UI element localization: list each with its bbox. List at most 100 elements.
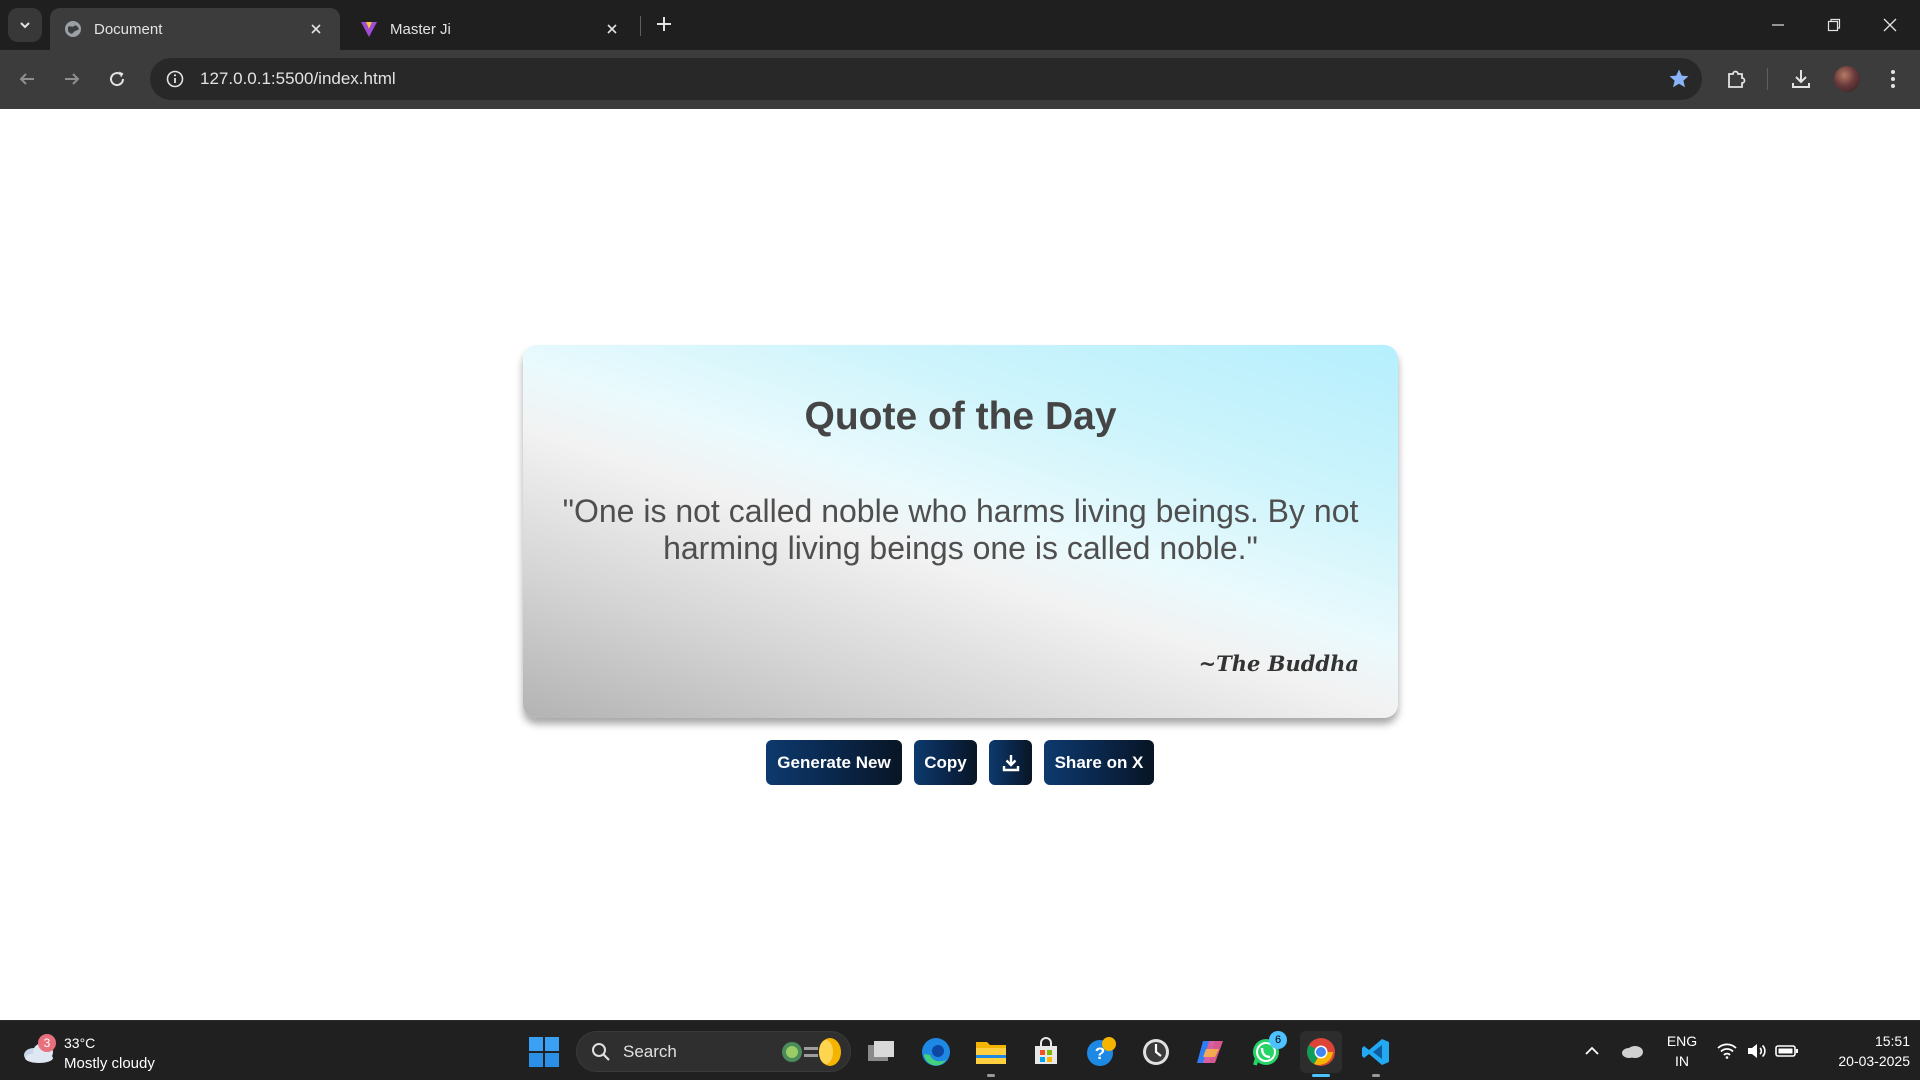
restore-button[interactable] bbox=[1806, 0, 1862, 50]
tab-title: Document bbox=[94, 20, 163, 38]
copy-button[interactable]: Copy bbox=[914, 740, 977, 785]
download-icon bbox=[1002, 754, 1019, 771]
region-code: IN bbox=[1675, 1053, 1689, 1069]
profile-avatar[interactable] bbox=[1834, 66, 1860, 92]
taskbar-store[interactable] bbox=[1025, 1031, 1067, 1073]
globe-icon bbox=[65, 21, 81, 37]
minimize-icon bbox=[1772, 24, 1784, 26]
card-title: Quote of the Day bbox=[804, 395, 1117, 438]
taskbar-get-help[interactable]: ? bbox=[1080, 1031, 1122, 1073]
copilot-icon bbox=[1197, 1041, 1223, 1063]
app-running-indicator bbox=[1372, 1074, 1380, 1077]
close-icon bbox=[311, 24, 321, 34]
downloads-button[interactable] bbox=[1786, 64, 1816, 94]
close-window-button[interactable] bbox=[1862, 0, 1918, 50]
weather-badge: 3 bbox=[38, 1034, 56, 1052]
tab-master-ji[interactable]: Master Ji bbox=[346, 8, 636, 50]
start-button[interactable] bbox=[528, 1036, 560, 1068]
search-highlight-icon bbox=[782, 1037, 841, 1066]
puzzle-icon bbox=[1728, 70, 1746, 88]
restore-icon bbox=[1827, 18, 1841, 32]
tab-search-button[interactable] bbox=[8, 8, 42, 42]
taskbar-copilot[interactable] bbox=[1190, 1031, 1232, 1073]
wifi-icon bbox=[1717, 1043, 1737, 1059]
close-icon bbox=[1883, 18, 1897, 32]
browser-toolbar: 127.0.0.1:5500/index.html bbox=[0, 50, 1920, 109]
site-info-button[interactable] bbox=[154, 58, 196, 100]
taskbar-file-explorer[interactable] bbox=[970, 1031, 1012, 1077]
url-text[interactable]: 127.0.0.1:5500/index.html bbox=[200, 69, 396, 89]
battery-icon bbox=[1775, 1045, 1798, 1057]
info-icon bbox=[166, 70, 184, 88]
language-code: ENG bbox=[1666, 1033, 1698, 1049]
more-vert-icon bbox=[1891, 70, 1895, 88]
input-language[interactable]: ENG IN bbox=[1660, 1031, 1704, 1071]
tab-title: Master Ji bbox=[390, 20, 451, 38]
onedrive-tray[interactable] bbox=[1618, 1021, 1646, 1080]
taskbar-task-view[interactable] bbox=[860, 1031, 902, 1073]
chevron-down-icon bbox=[20, 22, 30, 29]
tab-close-button[interactable] bbox=[306, 19, 326, 39]
taskbar: 3 33°C Mostly cloudy Search ? 6 ENG IN 1… bbox=[0, 1020, 1920, 1080]
show-hidden-icons-button[interactable] bbox=[1578, 1021, 1606, 1080]
quote-card: Quote of the Day "One is not called nobl… bbox=[523, 345, 1398, 718]
arrow-right-icon bbox=[65, 73, 80, 85]
weather-widget[interactable]: 3 33°C Mostly cloudy bbox=[20, 1029, 200, 1073]
file-explorer-icon bbox=[976, 1042, 1006, 1064]
taskbar-edge[interactable] bbox=[915, 1031, 957, 1073]
clock-date: 20-03-2025 bbox=[1838, 1053, 1910, 1069]
generate-new-button[interactable]: Generate New bbox=[766, 740, 902, 785]
address-bar[interactable]: 127.0.0.1:5500/index.html bbox=[150, 58, 1702, 100]
battery-tray[interactable] bbox=[1772, 1021, 1802, 1080]
quote-author: ~The Buddha bbox=[1198, 651, 1359, 676]
windows-logo-icon bbox=[529, 1037, 559, 1067]
weather-description: Mostly cloudy bbox=[64, 1055, 155, 1072]
vscode-icon bbox=[1362, 1039, 1389, 1065]
forward-button[interactable] bbox=[57, 64, 87, 94]
tab-strip: Document Master Ji bbox=[0, 0, 1920, 50]
taskbar-search[interactable]: Search bbox=[576, 1031, 851, 1072]
app-running-indicator bbox=[987, 1074, 995, 1077]
new-tab-button[interactable] bbox=[650, 10, 678, 38]
reload-button[interactable] bbox=[102, 64, 132, 94]
reload-icon bbox=[110, 71, 125, 87]
minimize-button[interactable] bbox=[1750, 0, 1806, 50]
download-button[interactable] bbox=[989, 740, 1032, 785]
search-icon bbox=[592, 1042, 610, 1061]
clock-time: 15:51 bbox=[1874, 1033, 1910, 1049]
task-view-icon bbox=[868, 1041, 894, 1061]
chevron-up-icon bbox=[1585, 1046, 1599, 1055]
help-icon: ? bbox=[1087, 1037, 1116, 1066]
back-button[interactable] bbox=[12, 64, 42, 94]
system-clock[interactable]: 15:51 20-03-2025 bbox=[1810, 1031, 1910, 1071]
wifi-tray[interactable] bbox=[1714, 1021, 1740, 1080]
taskbar-chrome[interactable] bbox=[1300, 1031, 1342, 1077]
app-active-indicator bbox=[1312, 1074, 1330, 1077]
taskbar-clock[interactable] bbox=[1135, 1031, 1177, 1073]
star-icon bbox=[1669, 69, 1689, 88]
volume-tray[interactable] bbox=[1743, 1021, 1769, 1080]
taskbar-vscode[interactable] bbox=[1355, 1031, 1397, 1077]
search-label: Search bbox=[623, 1041, 677, 1061]
svg-text:?: ? bbox=[1095, 1044, 1105, 1063]
master-ji-logo-icon bbox=[361, 22, 377, 37]
menu-button[interactable] bbox=[1878, 64, 1908, 94]
tab-close-button[interactable] bbox=[602, 19, 622, 39]
action-buttons: Generate New Copy Share on X bbox=[0, 740, 1920, 785]
page-viewport: Quote of the Day "One is not called nobl… bbox=[0, 109, 1920, 1020]
extensions-button[interactable] bbox=[1721, 64, 1751, 94]
plus-icon bbox=[657, 17, 671, 31]
clock-app-icon bbox=[1143, 1039, 1169, 1065]
taskbar-whatsapp[interactable]: 6 bbox=[1245, 1031, 1287, 1073]
onedrive-cloud-icon bbox=[1622, 1046, 1643, 1058]
arrow-left-icon bbox=[19, 73, 34, 85]
ms-store-icon bbox=[1035, 1037, 1057, 1064]
tab-divider bbox=[640, 16, 641, 36]
download-icon bbox=[1792, 70, 1810, 88]
tab-document[interactable]: Document bbox=[50, 8, 340, 50]
share-on-x-button[interactable]: Share on X bbox=[1044, 740, 1154, 785]
chrome-icon bbox=[1307, 1038, 1335, 1066]
bookmark-button[interactable] bbox=[1666, 66, 1692, 92]
toolbar-divider bbox=[1767, 68, 1768, 90]
speaker-icon bbox=[1748, 1044, 1766, 1058]
